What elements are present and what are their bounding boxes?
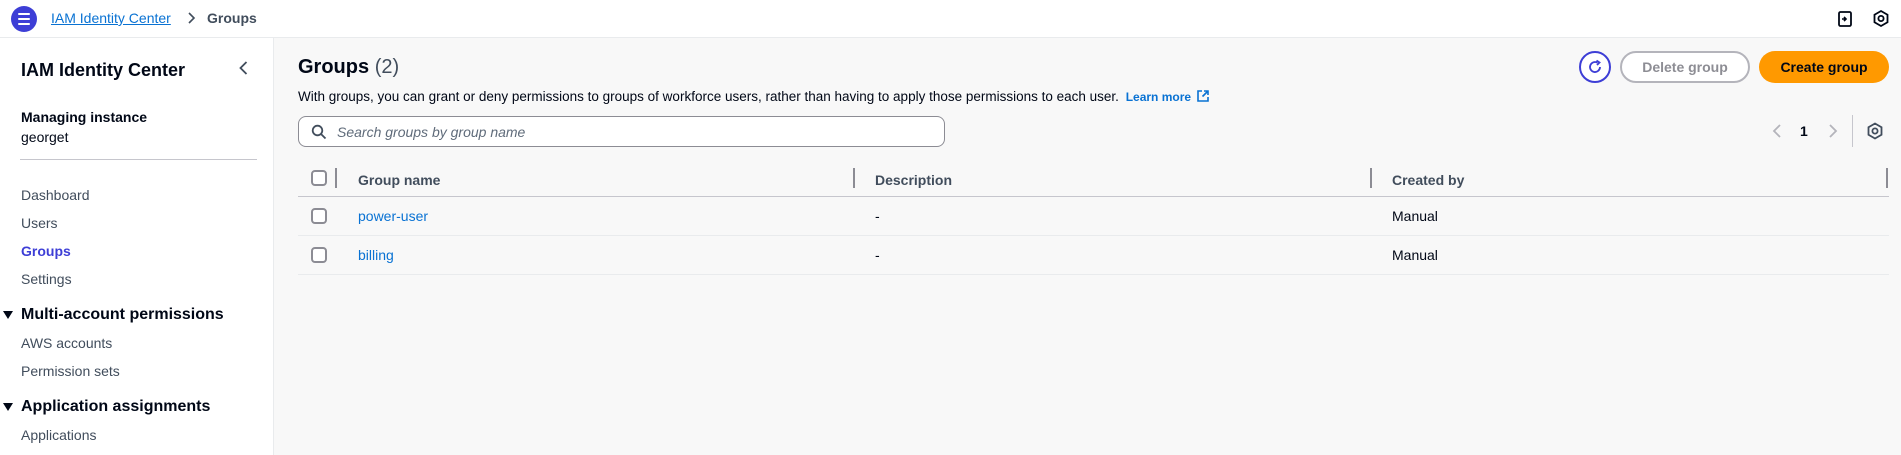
- column-resizer[interactable]: [853, 168, 855, 188]
- column-header-description[interactable]: Description: [875, 172, 952, 188]
- description-text: With groups, you can grant or deny permi…: [298, 89, 1119, 104]
- caret-down-icon: [3, 403, 13, 411]
- column-resizer[interactable]: [1370, 168, 1372, 188]
- gear-icon[interactable]: [1865, 121, 1885, 141]
- column-header-created-by[interactable]: Created by: [1392, 172, 1464, 188]
- table-header: Group name Description Created by: [298, 163, 1889, 197]
- page-title: Groups (2): [298, 56, 399, 79]
- group-created-by: Manual: [1392, 208, 1438, 224]
- sidebar-divider: [20, 159, 257, 160]
- breadcrumb-current: Groups: [207, 10, 257, 26]
- chevron-left-icon[interactable]: [1770, 122, 1784, 140]
- sidebar-section-label: Multi-account permissions: [21, 306, 224, 323]
- group-created-by: Manual: [1392, 247, 1438, 263]
- sidebar-section-label: Application assignments: [21, 398, 211, 415]
- caret-down-icon: [3, 311, 13, 319]
- learn-more-label: Learn more: [1125, 90, 1192, 104]
- row-checkbox[interactable]: [311, 247, 327, 263]
- managing-instance-label: Managing instance: [21, 109, 148, 125]
- side-navigation: IAM Identity Center Managing instance ge…: [0, 38, 274, 455]
- search-input[interactable]: [337, 123, 927, 140]
- sidebar-item-settings[interactable]: Settings: [21, 271, 72, 287]
- sidebar-item-groups[interactable]: Groups: [21, 243, 71, 259]
- chevron-right-icon[interactable]: [1826, 122, 1840, 140]
- sidebar-item-aws-accounts[interactable]: AWS accounts: [21, 335, 112, 351]
- sidebar-item-dashboard[interactable]: Dashboard: [21, 187, 90, 203]
- collapse-left-icon[interactable]: [235, 59, 253, 77]
- notifications-icon[interactable]: [1835, 9, 1855, 29]
- select-all-checkbox[interactable]: [311, 170, 327, 186]
- top-navigation-bar: IAM Identity Center Groups: [0, 0, 1901, 38]
- refresh-button[interactable]: [1579, 51, 1611, 83]
- sidebar-section-application-assignments[interactable]: Application assignments: [2, 398, 210, 416]
- group-count: (2): [374, 56, 400, 78]
- table-row[interactable]: power-user - Manual: [298, 197, 1889, 236]
- search-icon: [311, 124, 327, 139]
- sidebar-item-applications[interactable]: Applications: [21, 427, 97, 443]
- sidebar-item-users[interactable]: Users: [21, 215, 58, 231]
- managing-instance-value: georget: [21, 129, 69, 145]
- column-resizer[interactable]: [1886, 168, 1888, 188]
- chevron-right-icon: [188, 12, 196, 24]
- group-description: -: [875, 208, 880, 224]
- breadcrumb-link-iam-identity-center[interactable]: IAM Identity Center: [51, 10, 171, 26]
- sidebar-section-multi-account-permissions[interactable]: Multi-account permissions: [2, 306, 224, 324]
- row-checkbox[interactable]: [311, 208, 327, 224]
- learn-more-link[interactable]: Learn more: [1126, 90, 1211, 104]
- sidebar-item-permission-sets[interactable]: Permission sets: [21, 363, 120, 379]
- group-name-link[interactable]: billing: [358, 247, 394, 263]
- page-title-text: Groups: [298, 56, 370, 78]
- search-field[interactable]: [298, 116, 945, 147]
- group-description: -: [875, 247, 880, 263]
- page-number[interactable]: 1: [1800, 123, 1808, 139]
- group-name-link[interactable]: power-user: [358, 208, 428, 224]
- sidebar-title[interactable]: IAM Identity Center: [21, 60, 185, 81]
- delete-group-button[interactable]: Delete group: [1620, 51, 1750, 83]
- create-group-button[interactable]: Create group: [1759, 51, 1889, 83]
- menu-icon[interactable]: [11, 6, 37, 32]
- column-resizer[interactable]: [335, 168, 337, 188]
- column-header-group-name[interactable]: Group name: [358, 172, 440, 188]
- external-link-icon: [1197, 90, 1210, 102]
- table-row[interactable]: billing - Manual: [298, 236, 1889, 275]
- pagination-divider: [1852, 115, 1853, 147]
- refresh-icon: [1589, 59, 1601, 73]
- settings-icon[interactable]: [1871, 9, 1891, 29]
- page-description: With groups, you can grant or deny permi…: [298, 89, 1210, 104]
